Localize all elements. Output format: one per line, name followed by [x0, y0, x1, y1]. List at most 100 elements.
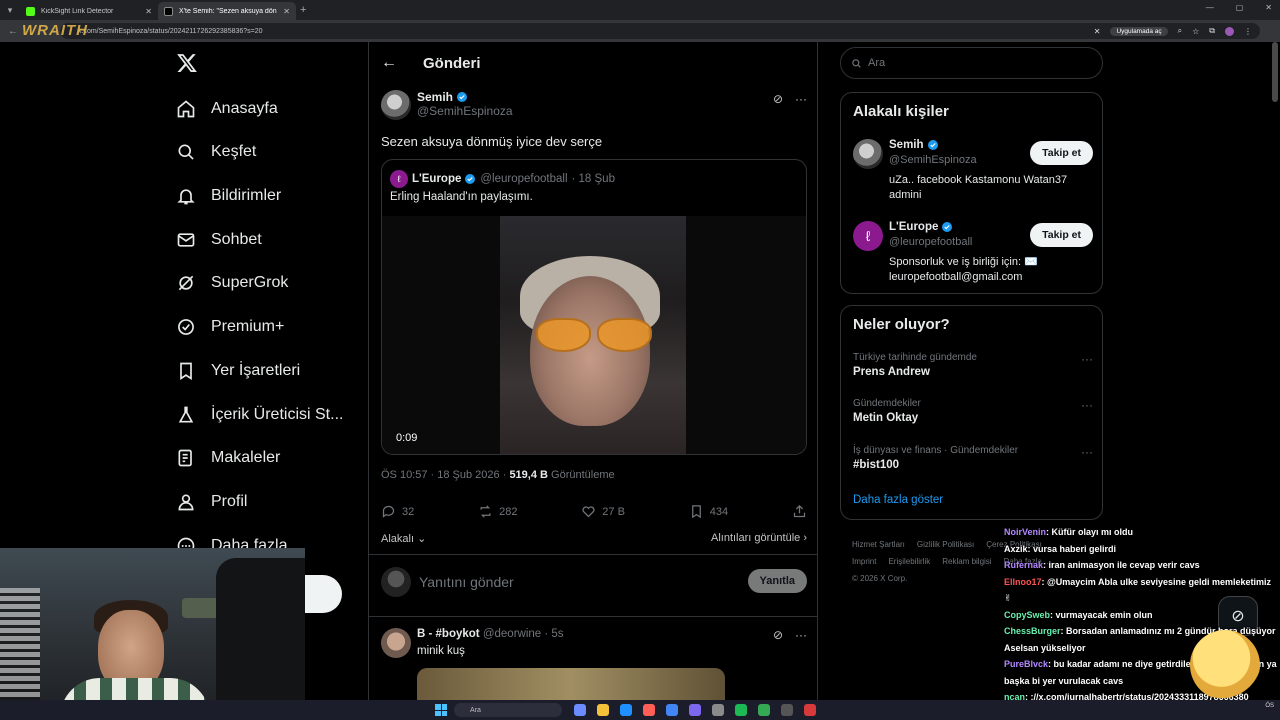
chat-text: : iran animasyon ile cevap verir cavs [1043, 560, 1200, 570]
more-options-icon[interactable]: ··· [1081, 352, 1093, 366]
menu-kebab-icon[interactable]: ⋮ [1244, 27, 1252, 36]
browser-tab-kicksight[interactable]: KickSight Link Detector ✕ [20, 2, 158, 20]
nav-item-premium[interactable]: Premium+ [176, 313, 284, 341]
reply-input[interactable]: Yanıtını gönder [419, 574, 514, 590]
avatar[interactable]: ℓ [853, 221, 883, 251]
minimize-icon[interactable]: — [1206, 3, 1214, 12]
trend-item[interactable]: Türkiye tarihinde gündemde Prens Andrew … [853, 352, 1093, 378]
footer-link[interactable]: Erişilebilirlik [888, 557, 930, 566]
address-bar[interactable]: x.com/SemihEspinoza/status/2024211726292… [60, 23, 1260, 39]
main-column: ← Gönderi Semih @SemihEspinoza ⊘ ··· Sez… [368, 42, 818, 720]
nav-item-notifications[interactable]: Bildirimler [176, 182, 281, 210]
windows-start-icon[interactable] [435, 704, 447, 716]
nav-item-grok[interactable]: SuperGrok [176, 269, 288, 297]
taskbar-search[interactable]: Ara [454, 703, 562, 717]
reply-post[interactable]: B - #boykot @deorwine · 5s ⊘ ··· minik k… [381, 628, 807, 720]
folder-icon[interactable] [597, 704, 609, 716]
person-name[interactable]: L'Europe [889, 221, 938, 233]
footer-link[interactable]: Reklam bilgisi [942, 557, 991, 566]
close-window-icon[interactable]: ✕ [1265, 3, 1272, 12]
opera-icon[interactable] [643, 704, 655, 716]
spotify-icon[interactable] [735, 704, 747, 716]
extensions-icon[interactable]: ⧉ [1209, 26, 1215, 36]
trend-name: Metin Oktay [853, 412, 919, 424]
reply-author-handle[interactable]: @deorwine [483, 628, 541, 640]
taskbar-apps [574, 704, 816, 716]
author-handle[interactable]: @SemihEspinoza [417, 104, 513, 118]
footer-link[interactable]: Hizmet Şartları [852, 540, 905, 549]
bookmark-button[interactable]: 434 [689, 504, 728, 519]
grok-explain-icon[interactable]: ⊘ [773, 92, 783, 106]
nav-item-bookmarks[interactable]: Yer İşaretleri [176, 357, 300, 385]
maximize-icon[interactable]: ▢ [1236, 3, 1244, 12]
reply-button[interactable]: 32 [381, 504, 414, 519]
share-button[interactable] [792, 504, 807, 519]
zoom-icon[interactable]: ⌕ [1178, 26, 1182, 36]
more-options-icon[interactable]: ··· [1081, 398, 1093, 412]
close-tab-icon[interactable]: ✕ [283, 7, 290, 16]
file-explorer-icon[interactable] [574, 704, 586, 716]
person-name[interactable]: Semih [889, 139, 924, 151]
reply-text: minik kuş [417, 645, 465, 657]
discord-icon[interactable] [689, 704, 701, 716]
scrollbar[interactable] [1272, 42, 1278, 102]
footer-link[interactable]: Imprint [852, 557, 876, 566]
edge-icon[interactable] [620, 704, 632, 716]
more-options-icon[interactable]: ··· [1081, 445, 1093, 459]
follow-button[interactable]: Takip et [1030, 141, 1093, 165]
more-options-icon[interactable]: ··· [795, 92, 807, 106]
browser-tab-x[interactable]: X'te Semih: "Sezen aksuya dön ✕ [158, 2, 296, 20]
search-input[interactable]: Ara [840, 47, 1103, 79]
post-time[interactable]: ÖS 10:57 · 18 Şub 2026 · [381, 469, 506, 481]
reply-author-name[interactable]: B - #boykot [417, 628, 480, 640]
video-player[interactable]: 0:09 [382, 216, 806, 454]
verified-badge-icon [457, 92, 468, 102]
like-button[interactable]: 27 B [581, 504, 625, 519]
avatar[interactable] [381, 628, 411, 658]
like-count: 27 B [602, 505, 625, 518]
view-quotes-link[interactable]: Alıntıları görüntüle › [711, 532, 807, 545]
x-favicon [164, 6, 173, 16]
author-name[interactable]: Semih [417, 90, 453, 104]
new-tab-icon[interactable]: + [300, 4, 306, 16]
nav-item-articles[interactable]: Makaleler [176, 444, 280, 472]
app-icon[interactable] [804, 704, 816, 716]
close-tab-icon[interactable]: ✕ [145, 7, 152, 16]
quoted-post[interactable]: ℓ L'Europe @leuropefootball · 18 Şub Erl… [381, 159, 807, 455]
nav-item-creator-studio[interactable]: İçerik Üreticisi St... [176, 401, 343, 429]
chrome-icon[interactable] [666, 704, 678, 716]
repost-button[interactable]: 282 [478, 504, 517, 519]
post-timestamp: ÖS 10:57 · 18 Şub 2026 · 519,4 B Görüntü… [381, 469, 807, 481]
nav-item-chat[interactable]: Sohbet [176, 226, 262, 254]
person-handle: @leuropefootball [889, 236, 973, 248]
app-icon[interactable] [758, 704, 770, 716]
trend-item[interactable]: İş dünyası ve finans · Gündemdekiler #bi… [853, 445, 1093, 471]
reply-submit-button[interactable]: Yanıtla [747, 569, 807, 593]
x-logo-icon[interactable] [176, 52, 198, 74]
obs-icon[interactable] [781, 704, 793, 716]
grok-explain-icon[interactable]: ⊘ [773, 628, 783, 642]
nav-item-home[interactable]: Anasayfa [176, 95, 278, 123]
show-more-link[interactable]: Daha fazla göster [853, 494, 943, 506]
windows-taskbar: Ara ÖS [0, 700, 1280, 720]
tab-list-icon[interactable]: ▾ [0, 0, 20, 20]
bookmark-star-icon[interactable]: ☆ [1192, 27, 1199, 36]
open-in-app-button[interactable]: Uygulamada aç [1110, 26, 1168, 36]
person-icon [178, 494, 194, 511]
profile-avatar[interactable] [1225, 26, 1234, 36]
repost-icon [480, 505, 491, 518]
avatar[interactable] [381, 90, 411, 120]
avatar[interactable] [853, 139, 883, 169]
footer-link[interactable]: Gizlilik Politikası [917, 540, 974, 549]
nav-item-profile[interactable]: Profil [176, 488, 247, 516]
back-arrow-icon[interactable]: ← [8, 26, 18, 37]
quoted-author-name: L'Europe [412, 173, 462, 185]
post-text: Sezen aksuya dönmüş iyice dev serçe [381, 134, 603, 149]
nav-item-explore[interactable]: Keşfet [176, 138, 256, 166]
trend-item[interactable]: Gündemdekiler Metin Oktay ··· [853, 398, 1093, 424]
more-options-icon[interactable]: ··· [795, 628, 807, 642]
follow-button[interactable]: Takip et [1030, 223, 1093, 247]
app-icon[interactable] [712, 704, 724, 716]
back-arrow-icon[interactable]: ← [381, 54, 409, 72]
relevant-sort-dropdown[interactable]: Alakalı ⌄ [381, 532, 426, 545]
